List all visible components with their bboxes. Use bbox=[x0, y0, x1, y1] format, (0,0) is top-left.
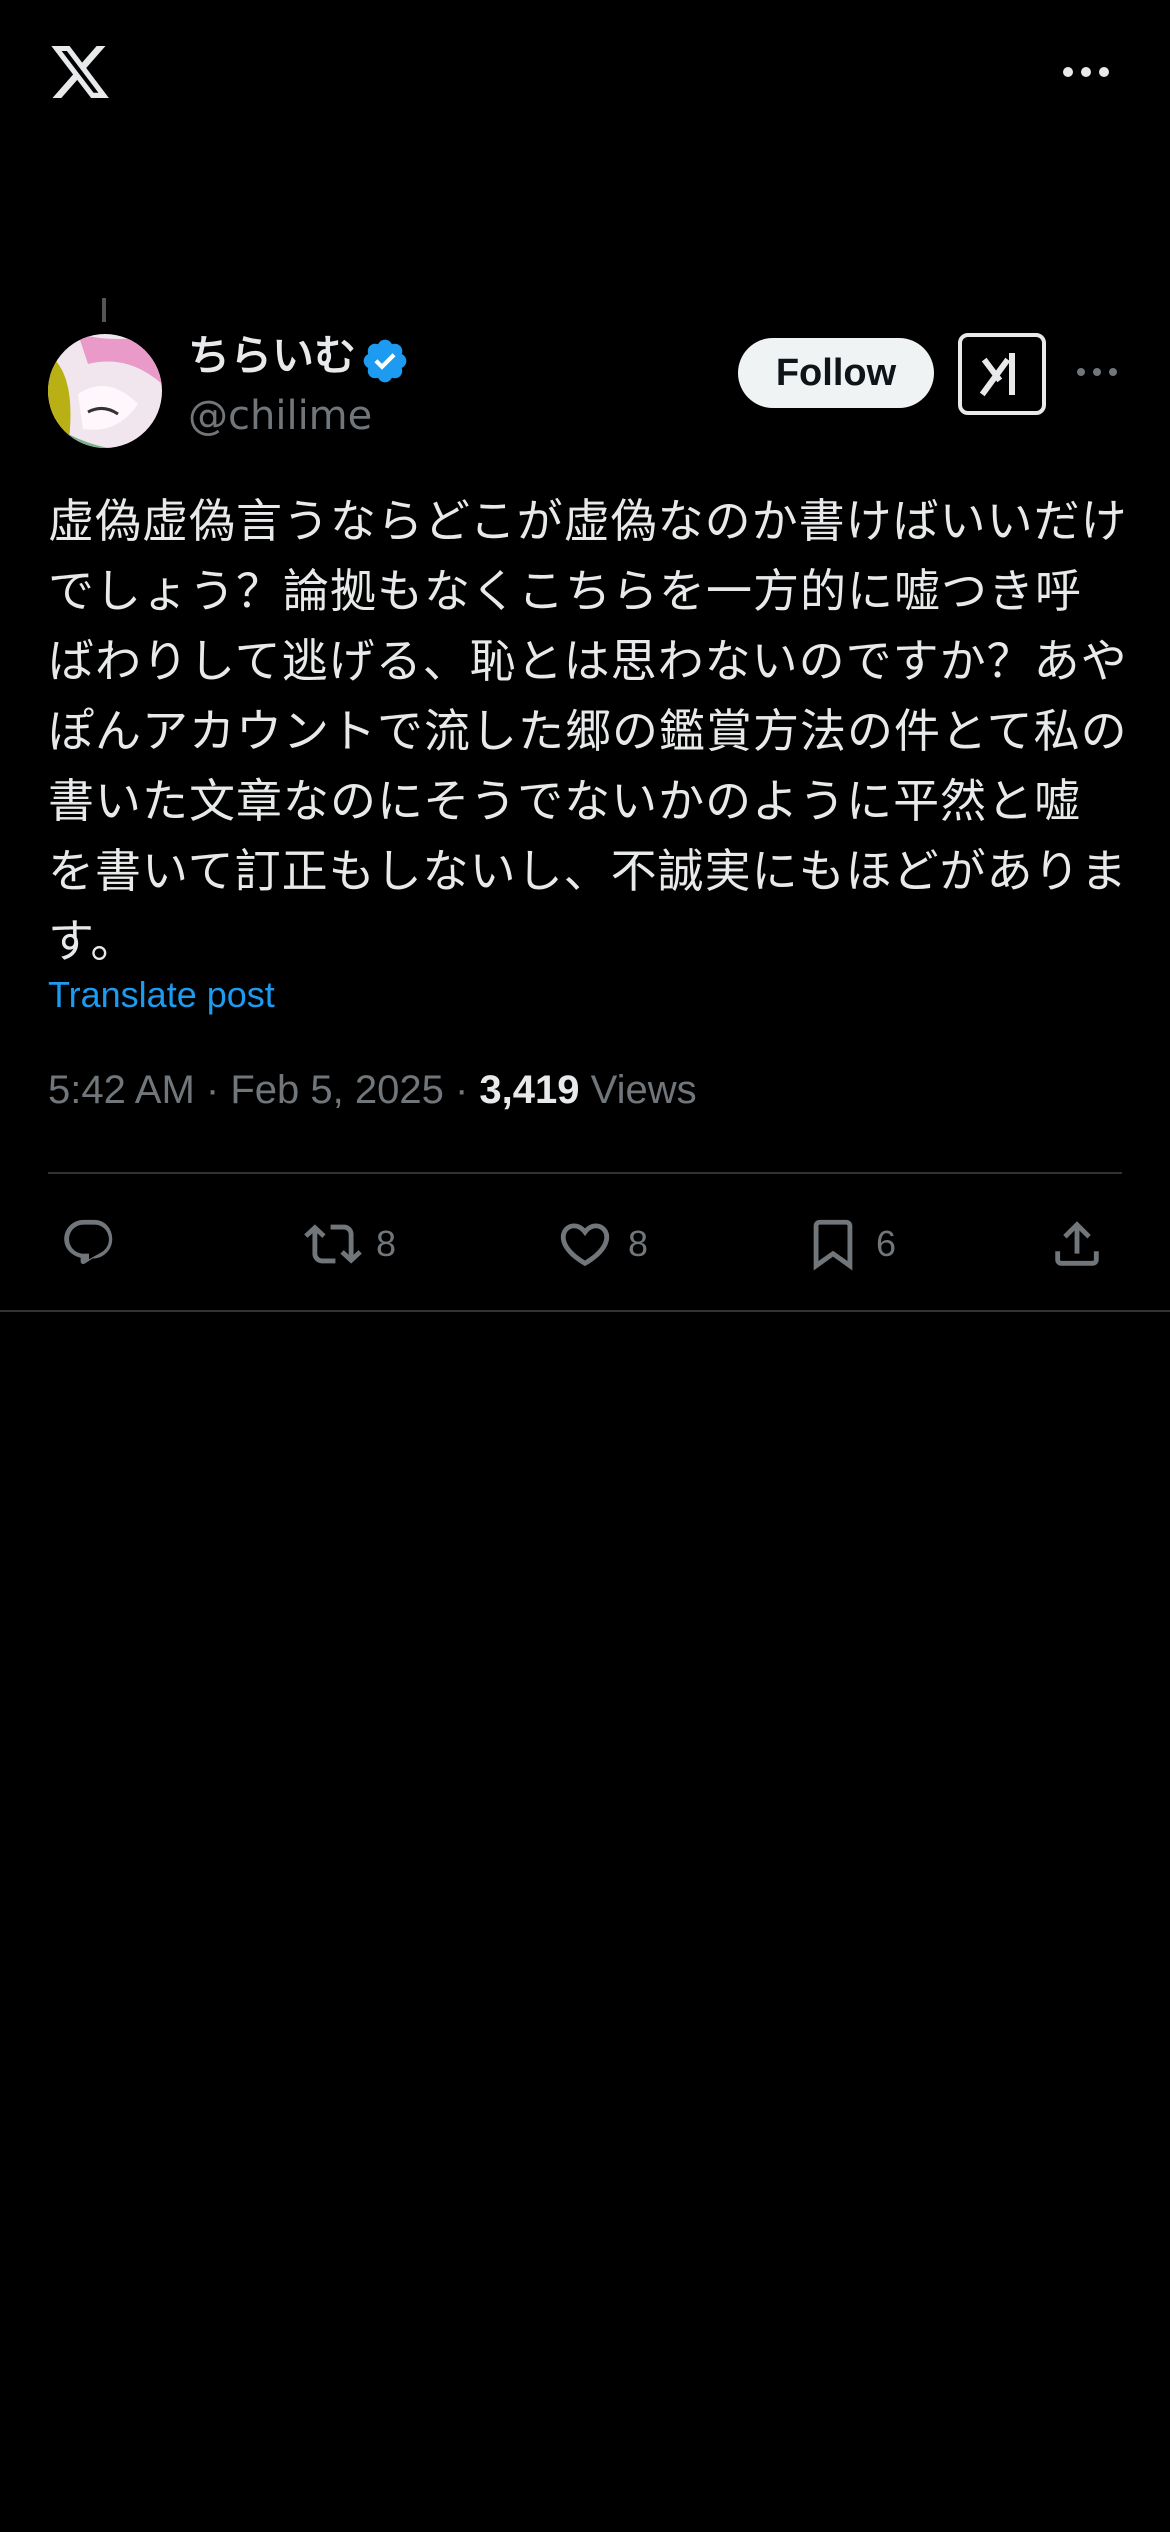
share-icon bbox=[1055, 1221, 1099, 1266]
bookmark-count: 6 bbox=[876, 1223, 897, 1264]
retweet-button[interactable]: 8 bbox=[304, 1196, 396, 1292]
separator-dot: · bbox=[205, 1068, 231, 1112]
like-count: 8 bbox=[628, 1223, 649, 1264]
top-bar bbox=[0, 0, 1170, 150]
separator-dot: · bbox=[454, 1068, 480, 1112]
more-horizontal-icon[interactable] bbox=[1062, 62, 1110, 82]
avatar-image bbox=[48, 334, 162, 448]
tweet-metadata: 5:42 AM · Feb 5, 2025 · 3,419 Views bbox=[48, 1068, 697, 1113]
views-count: 3,419 bbox=[479, 1068, 580, 1112]
retweet-count: 8 bbox=[376, 1223, 397, 1264]
divider bbox=[48, 1172, 1122, 1174]
user-handle[interactable]: @chilime bbox=[188, 388, 372, 444]
tweet-date[interactable]: Feb 5, 2025 bbox=[230, 1068, 444, 1112]
thread-connector-line bbox=[102, 298, 106, 322]
verified-badge-icon bbox=[363, 339, 407, 383]
tweet-text: 虚偽虚偽言うならどこが虚偽なのか書けばいいだけでしょう？論拠もなくこちらを一方的… bbox=[48, 494, 1128, 968]
grok-icon bbox=[979, 353, 1015, 397]
tweet-time[interactable]: 5:42 AM bbox=[48, 1068, 195, 1112]
action-bar: 8 8 6 bbox=[0, 1196, 1170, 1292]
share-button[interactable] bbox=[1048, 1196, 1106, 1292]
views-label: Views bbox=[590, 1068, 697, 1112]
divider bbox=[0, 1310, 1170, 1312]
heart-icon bbox=[560, 1223, 610, 1267]
x-logo-icon[interactable] bbox=[46, 40, 114, 104]
bookmark-button[interactable]: 6 bbox=[804, 1196, 896, 1292]
reply-icon bbox=[64, 1219, 113, 1264]
display-name[interactable]: ちらいむ bbox=[188, 328, 356, 384]
tweet-more-icon[interactable] bbox=[1076, 364, 1118, 380]
reply-button[interactable] bbox=[60, 1196, 118, 1292]
avatar[interactable] bbox=[48, 334, 162, 448]
bookmark-icon bbox=[813, 1219, 853, 1271]
like-button[interactable]: 8 bbox=[556, 1196, 648, 1292]
retweet-icon bbox=[304, 1224, 362, 1264]
translate-post-link[interactable]: Translate post bbox=[48, 974, 275, 1016]
grok-button[interactable] bbox=[958, 333, 1046, 415]
follow-button[interactable]: Follow bbox=[738, 338, 934, 408]
